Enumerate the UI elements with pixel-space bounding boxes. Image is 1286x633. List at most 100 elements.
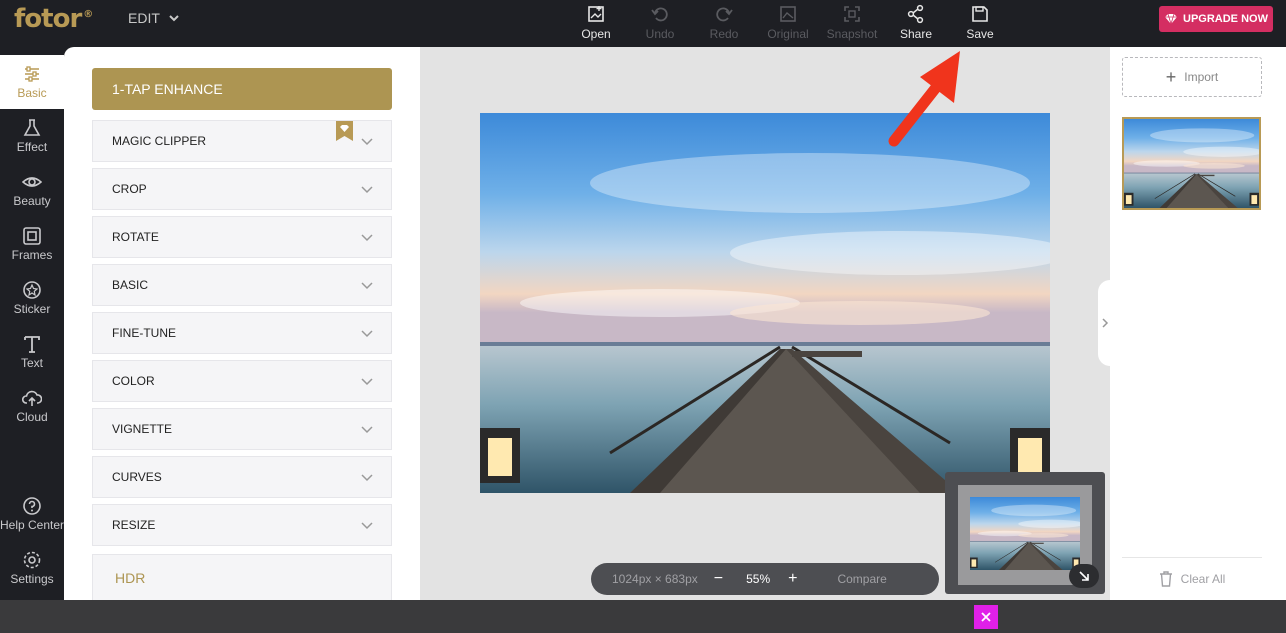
- pier-sunset-image: [480, 113, 1050, 493]
- save-icon: [972, 6, 988, 22]
- snapshot-label: Snapshot: [826, 27, 878, 41]
- gear-icon: [23, 551, 41, 569]
- bottom-ad-bar: [0, 600, 1286, 633]
- chevron-down-icon: [361, 138, 373, 146]
- sidebar-item-sticker[interactable]: Sticker: [0, 271, 64, 325]
- left-rail: Basic Effect Beauty Frames Sticker Text …: [0, 55, 64, 600]
- eye-icon: [22, 177, 42, 187]
- edit-panel: 1-TAP ENHANCE MAGIC CLIPPER CROP ROTATE …: [64, 47, 420, 600]
- section-color[interactable]: COLOR: [92, 360, 392, 402]
- section-rotate[interactable]: ROTATE: [92, 216, 392, 258]
- close-ad-button[interactable]: [974, 605, 998, 629]
- section-magic-clipper[interactable]: MAGIC CLIPPER: [92, 120, 392, 162]
- section-label: CROP: [112, 182, 147, 196]
- section-crop[interactable]: CROP: [92, 168, 392, 210]
- sidebar-item-effect[interactable]: Effect: [0, 109, 64, 163]
- section-label: CURVES: [112, 470, 162, 484]
- navigator-panel: [945, 472, 1105, 594]
- share-button[interactable]: Share: [884, 0, 948, 47]
- sidebar-item-help-center[interactable]: Help Center: [0, 487, 64, 541]
- sidebar-item-text[interactable]: Text: [0, 325, 64, 379]
- sidebar-item-label: Frames: [11, 248, 53, 262]
- section-label: RESIZE: [112, 518, 156, 532]
- thumbnail-image: [1124, 119, 1259, 208]
- undo-button[interactable]: Undo: [628, 0, 692, 47]
- one-tap-enhance-button[interactable]: 1-TAP ENHANCE: [92, 68, 392, 110]
- chevron-down-icon: [361, 522, 373, 530]
- clear-all-button[interactable]: Clear All: [1122, 557, 1262, 600]
- section-label: BASIC: [112, 278, 149, 292]
- section-label: COLOR: [112, 374, 155, 388]
- registered-mark: ®: [83, 9, 93, 21]
- import-label: Import: [1184, 70, 1219, 84]
- section-curves[interactable]: CURVES: [92, 456, 392, 498]
- sticker-icon: [23, 281, 41, 299]
- edit-menu[interactable]: EDIT: [128, 10, 180, 26]
- section-basic[interactable]: BASIC: [92, 264, 392, 306]
- section-resize[interactable]: RESIZE: [92, 504, 392, 546]
- edited-photo[interactable]: [480, 113, 1050, 493]
- undo-icon: [651, 7, 668, 22]
- hdr-label: HDR: [115, 569, 146, 586]
- chevron-down-icon: [361, 234, 373, 242]
- original-icon: [780, 6, 796, 22]
- sidebar-item-label: Cloud: [16, 410, 48, 424]
- right-panel-edge: [1274, 47, 1286, 600]
- original-button[interactable]: Original: [756, 0, 820, 47]
- fotor-logo[interactable]: fotor ®: [14, 4, 93, 34]
- close-icon: [981, 612, 991, 622]
- upgrade-label: UPGRADE NOW: [1183, 13, 1268, 25]
- share-icon: [907, 4, 924, 24]
- right-panel: + Import Clear All: [1110, 47, 1274, 600]
- sliders-icon: [25, 66, 39, 82]
- sidebar-item-settings[interactable]: Settings: [0, 541, 64, 595]
- snapshot-button[interactable]: Snapshot: [820, 0, 884, 47]
- frame-icon: [23, 227, 41, 245]
- sidebar-item-beauty[interactable]: Beauty: [0, 163, 64, 217]
- chevron-down-icon: [361, 378, 373, 386]
- sidebar-item-cloud[interactable]: Cloud: [0, 379, 64, 433]
- chevron-down-icon: [361, 426, 373, 434]
- section-label: MAGIC CLIPPER: [112, 134, 207, 148]
- section-label: VIGNETTE: [112, 422, 173, 436]
- sidebar-item-basic[interactable]: Basic: [0, 55, 64, 109]
- import-button[interactable]: + Import: [1122, 57, 1262, 97]
- diamond-icon: [1165, 13, 1178, 25]
- text-icon: [24, 336, 40, 353]
- image-thumbnail[interactable]: [1122, 117, 1261, 210]
- enhance-label: 1-TAP ENHANCE: [112, 81, 223, 97]
- plus-icon: +: [1165, 66, 1177, 87]
- flask-icon: [23, 119, 41, 136]
- sidebar-item-frames[interactable]: Frames: [0, 217, 64, 271]
- open-label: Open: [581, 27, 611, 41]
- section-vignette[interactable]: VIGNETTE: [92, 408, 392, 450]
- chevron-down-icon: [361, 282, 373, 290]
- chevron-down-icon: [361, 330, 373, 338]
- section-label: FINE-TUNE: [112, 326, 176, 340]
- logo-text: fotor: [14, 4, 82, 34]
- edit-menu-label: EDIT: [128, 10, 160, 26]
- redo-button[interactable]: Redo: [692, 0, 756, 47]
- zoom-out-button[interactable]: −: [714, 570, 723, 588]
- chevron-right-icon: [1102, 318, 1109, 328]
- image-dimensions: 1024px × 683px: [612, 572, 698, 586]
- section-label: ROTATE: [112, 230, 159, 244]
- sidebar-item-label: Text: [20, 356, 43, 370]
- open-button[interactable]: Open: [564, 0, 628, 47]
- clear-all-label: Clear All: [1180, 572, 1226, 586]
- compare-button[interactable]: Compare: [837, 572, 886, 586]
- navigator-thumbnail: [970, 497, 1080, 570]
- sidebar-item-label: Effect: [16, 140, 48, 154]
- sidebar-item-label: Basic: [17, 86, 47, 100]
- navigator-image: [970, 497, 1080, 570]
- section-fine-tune[interactable]: FINE-TUNE: [92, 312, 392, 354]
- navigator-toggle-button[interactable]: [1069, 564, 1099, 588]
- cloud-upload-icon: [22, 390, 42, 406]
- zoom-in-button[interactable]: +: [788, 570, 797, 588]
- save-button[interactable]: Save: [948, 0, 1012, 47]
- upgrade-now-button[interactable]: UPGRADE NOW: [1159, 6, 1273, 32]
- hdr-section[interactable]: HDR: [92, 554, 392, 600]
- top-bar: fotor ® EDIT Open Undo Redo Original Snap…: [0, 0, 1286, 47]
- redo-icon: [716, 7, 733, 22]
- original-label: Original: [767, 27, 809, 41]
